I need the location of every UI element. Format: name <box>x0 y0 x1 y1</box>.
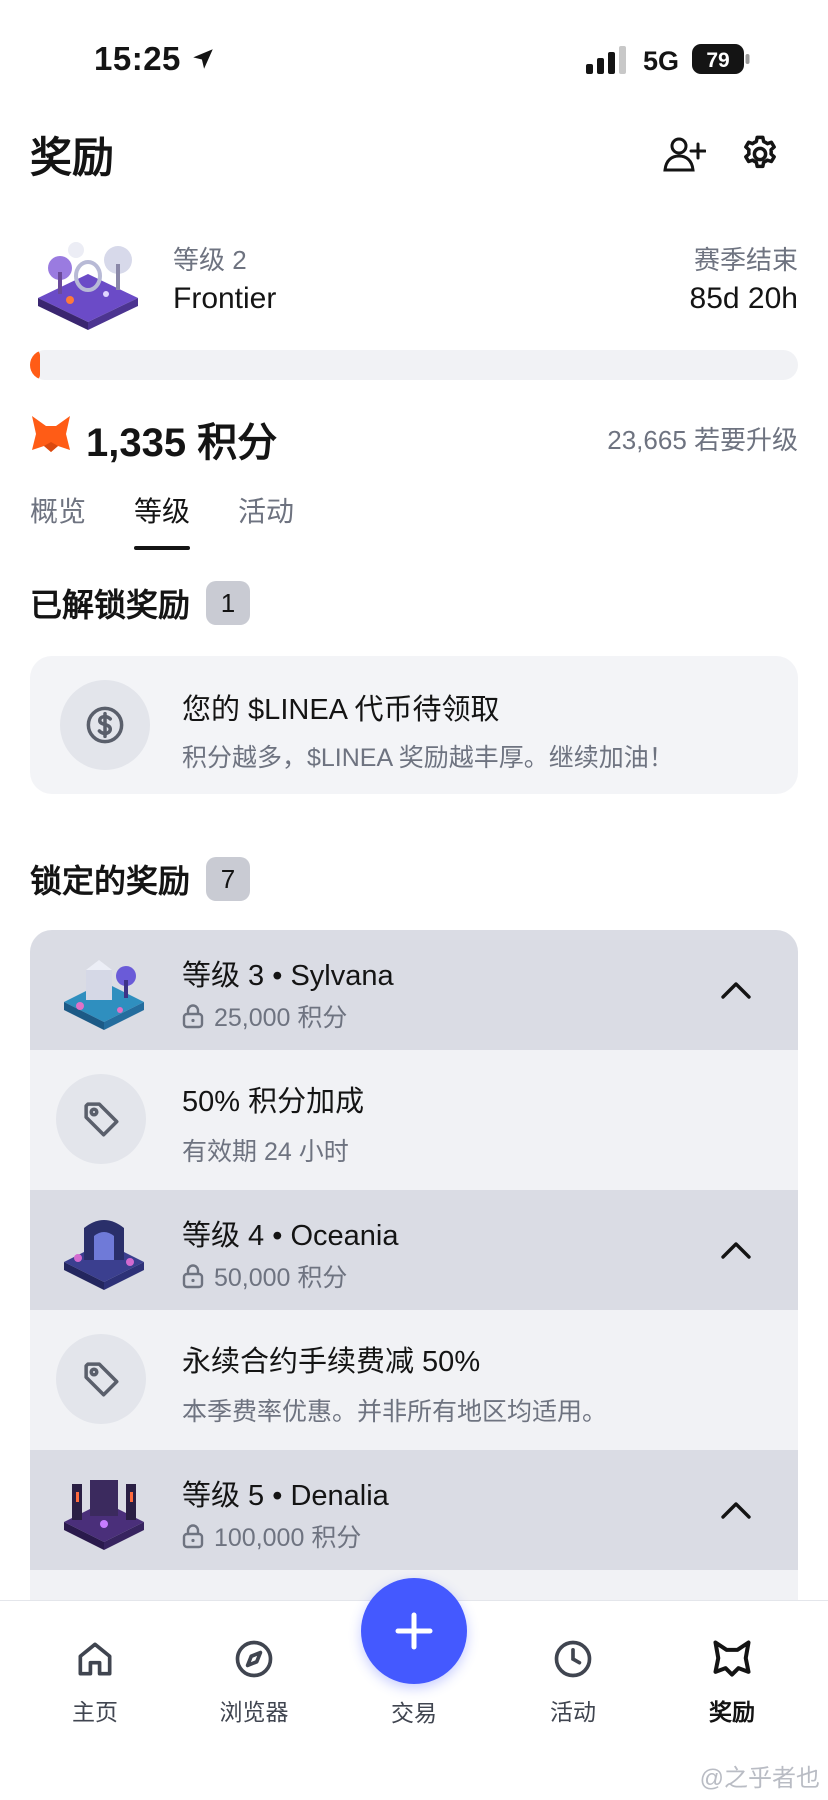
locked-section-title: 锁定的奖励 <box>30 863 191 899</box>
tier-reward-title: 永续合约手续费减 50% <box>182 1346 481 1378</box>
dollar-coin-icon <box>86 706 124 744</box>
status-time: 15:25 <box>94 40 181 77</box>
unlocked-section-title: 已解锁奖励 <box>30 587 191 623</box>
page-title: 奖励 <box>30 134 115 181</box>
plus-icon <box>395 1612 433 1650</box>
tab-overview[interactable]: 概览 <box>30 490 86 550</box>
location-arrow-icon <box>193 49 213 69</box>
battery-level: 79 <box>706 49 729 72</box>
watermark: @之乎者也 <box>699 1765 820 1792</box>
tier-name: 等级 3 • Sylvana <box>182 960 394 992</box>
tier-reward-row: 永续合约手续费减 50% 本季费率优惠。并非所有地区均适用。 <box>30 1310 798 1450</box>
season-remaining: 85d 20h <box>689 282 798 315</box>
unlocked-section-header: 已解锁奖励 1 <box>30 580 251 626</box>
tier-name: 等级 4 • Oceania <box>182 1220 399 1252</box>
tier-reward-title: 50% 积分加成 <box>182 1086 365 1118</box>
sylvana-level-art <box>64 960 144 1030</box>
level-label: 等级 2 <box>173 245 247 275</box>
network-type: 5G <box>643 46 680 76</box>
chevron-up-icon <box>721 982 751 999</box>
level-progress-bar <box>30 350 798 380</box>
add-friend-button[interactable] <box>660 130 708 178</box>
tier-name: 等级 5 • Denalia <box>182 1480 389 1512</box>
settings-button[interactable] <box>736 130 784 178</box>
tier-points: 50,000 积分 <box>182 1258 347 1294</box>
tier-reward-subtitle: 本季费率优惠。并非所有地区均适用。 <box>182 1398 608 1426</box>
gear-icon <box>744 135 776 169</box>
tier-reward-subtitle: 有效期 24 小时 <box>182 1138 349 1166</box>
locked-rewards-list: 等级 3 • Sylvana 25,000 积分 50% 积分加成 有效期 24… <box>30 930 798 1600</box>
chevron-up-icon <box>721 1502 751 1519</box>
tab-activity[interactable]: 活动 <box>238 490 294 550</box>
tier-header-denalia[interactable]: 等级 5 • Denalia 100,000 积分 <box>30 1450 798 1570</box>
reward-icon-circle <box>56 1074 146 1164</box>
nav-browser[interactable]: 浏览器 <box>199 1637 309 1727</box>
tag-icon <box>84 1102 119 1137</box>
lock-icon <box>182 1524 204 1549</box>
locked-count-badge: 7 <box>206 857 251 901</box>
tier-points-label: 100,000 积分 <box>214 1524 362 1552</box>
tier-header-oceania[interactable]: 等级 4 • Oceania 50,000 积分 <box>30 1190 798 1310</box>
tab-levels[interactable]: 等级 <box>134 490 191 550</box>
points-value: 1,335 积分 <box>86 421 278 465</box>
reward-icon-circle <box>60 680 150 770</box>
unlocked-reward-card[interactable]: 您的 $LINEA 代币待领取 积分越多，$LINEA 奖励越丰厚。继续加油！ <box>30 656 798 794</box>
points-to-upgrade: 23,665 若要升级 <box>607 425 798 455</box>
oceania-level-art <box>64 1220 144 1290</box>
unlocked-count-badge: 1 <box>206 581 251 625</box>
tag-icon <box>84 1362 119 1397</box>
nav-home[interactable]: 主页 <box>40 1637 150 1727</box>
nav-trade-label: 交易 <box>391 1700 437 1726</box>
tier-points: 100,000 积分 <box>182 1518 361 1554</box>
locked-section-header: 锁定的奖励 7 <box>30 856 251 902</box>
battery-icon: 79 <box>692 44 750 74</box>
nav-browser-label: 浏览器 <box>219 1699 289 1725</box>
unlocked-reward-subtitle: 积分越多，$LINEA 奖励越丰厚。继续加油！ <box>182 744 674 772</box>
clock-icon <box>554 1640 592 1678</box>
unlocked-reward-title: 您的 $LINEA 代币待领取 <box>182 694 500 726</box>
level-name: Frontier <box>173 282 277 315</box>
metamask-fox-icon <box>32 416 70 452</box>
tier-points-label: 50,000 积分 <box>214 1264 348 1292</box>
rewards-tabs: 概览 等级 活动 <box>30 490 294 550</box>
nav-rewards-label: 奖励 <box>709 1699 755 1725</box>
signal-icon <box>586 46 626 74</box>
season-end-label: 赛季结束 <box>693 245 798 275</box>
frontier-level-art <box>38 242 138 330</box>
compass-icon <box>235 1640 273 1678</box>
tier-points-label: 25,000 积分 <box>214 1004 348 1032</box>
nav-activity-label: 活动 <box>550 1699 596 1725</box>
nav-activity[interactable]: 活动 <box>518 1637 628 1727</box>
points-row: 1,335 积分 23,665 若要升级 <box>30 410 798 465</box>
tier-points: 25,000 积分 <box>182 998 347 1034</box>
status-bar: 15:25 5G 79 <box>0 0 828 110</box>
lock-icon <box>182 1004 204 1029</box>
level-progress-fill <box>30 350 40 380</box>
chevron-up-icon <box>721 1242 751 1259</box>
nav-home-label: 主页 <box>72 1699 118 1725</box>
nav-rewards[interactable]: 奖励 <box>677 1637 787 1727</box>
tier-header-sylvana[interactable]: 等级 3 • Sylvana 25,000 积分 <box>30 930 798 1050</box>
home-icon <box>78 1642 112 1676</box>
tier-reward-row: 50% 积分加成 有效期 24 小时 <box>30 1050 798 1190</box>
reward-icon-circle <box>56 1334 146 1424</box>
person-add-icon <box>663 137 706 172</box>
metamask-fox-outline-icon <box>713 1640 751 1677</box>
lock-icon <box>182 1264 204 1289</box>
trade-fab-button[interactable] <box>361 1578 467 1684</box>
denalia-level-art <box>64 1480 144 1550</box>
